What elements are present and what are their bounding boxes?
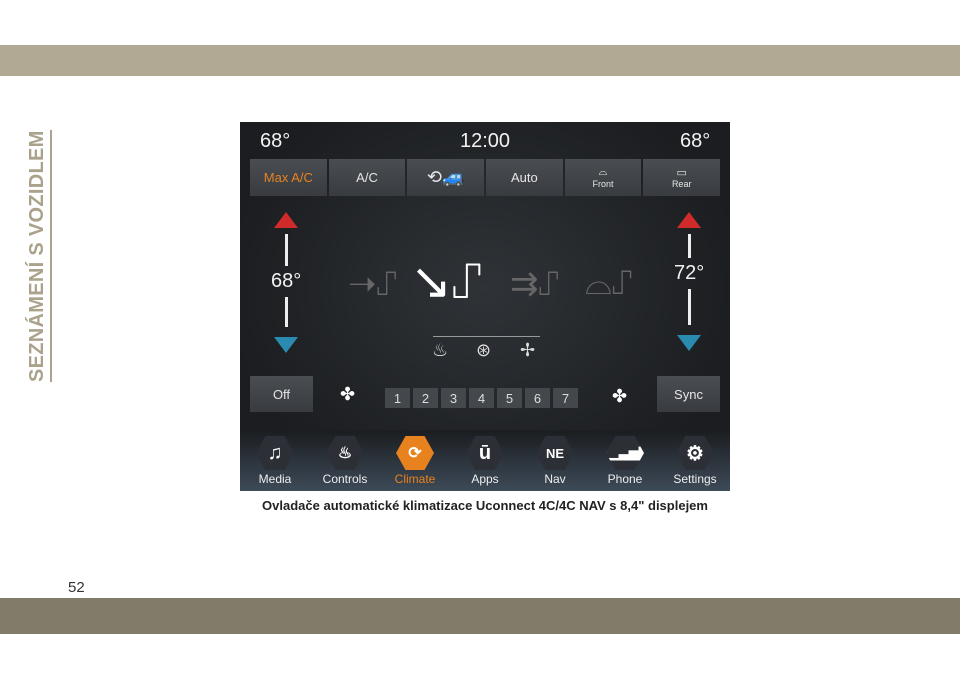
climate-screen: 68° 12:00 68° Max A/C A/C ⟲🚙 Auto ⌓ Front… (240, 122, 730, 491)
nav-label: Settings (673, 472, 717, 486)
phone-signal-icon: ᛒ ▁▃▅▇ (606, 436, 644, 470)
section-title: SEZNÁMENÍ S VOZIDLEM (26, 130, 52, 382)
driver-temp: 68° (271, 270, 302, 292)
fan-up-button[interactable]: ✤ (612, 386, 627, 407)
nav-label: Phone (607, 472, 643, 486)
driver-temp-down-button[interactable] (274, 337, 299, 353)
apps-icon: ū (466, 436, 504, 470)
recirculation-car-icon: ⟲🚙 (426, 167, 465, 187)
fan-speed-6[interactable]: 6 (525, 388, 550, 408)
nav-phone[interactable]: ᛒ ▁▃▅▇ Phone (590, 430, 660, 491)
nav-nav[interactable]: NE Nav (520, 430, 590, 491)
max-ac-button[interactable]: Max A/C (250, 159, 327, 196)
panel-floor-mode-icon[interactable]: ⇉⑀ (510, 264, 559, 304)
front-label: Front (592, 179, 614, 189)
rear-label: Rear (671, 179, 692, 189)
nav-label: Media (258, 472, 292, 486)
panel-mode-icon[interactable]: ➝⑀ (348, 264, 397, 304)
floor-mode-icon[interactable]: ↘⑀ (410, 252, 482, 310)
heated-seat-icon[interactable]: ♨ (432, 340, 448, 361)
bottom-nav: ♫ Media ♨ Controls ⟳ Climate ū Apps NE Nav ᛒ ▁… (240, 430, 730, 491)
fan-speed-selector: 1 2 3 4 5 6 7 (385, 388, 578, 408)
climate-toolbar: Max A/C A/C ⟲🚙 Auto ⌓ Front ▭ Rear (250, 159, 721, 196)
defrost-floor-mode-icon[interactable]: ⌓⑀ (585, 264, 632, 303)
music-note-icon: ♫ (256, 436, 294, 470)
bluetooth-icon: ᛒ (601, 445, 609, 461)
sync-label: Sync (674, 386, 703, 402)
divider (433, 336, 540, 337)
right-temp-top: 68° (680, 130, 711, 152)
rear-defrost-button[interactable]: ▭ Rear (643, 159, 721, 196)
climate-icon: ⟳ (396, 436, 434, 470)
controls-seat-icon: ♨ (326, 436, 364, 470)
footer-band (0, 598, 960, 634)
front-defrost-button[interactable]: ⌓ Front (564, 159, 642, 196)
recirculation-button[interactable]: ⟲🚙 (407, 159, 485, 196)
passenger-temp-up-button[interactable] (677, 212, 702, 228)
nav-media[interactable]: ♫ Media (240, 430, 310, 491)
max-ac-label: Max A/C (263, 170, 313, 185)
nav-label: Climate (394, 472, 436, 486)
rear-defrost-icon: ▭ (676, 167, 687, 179)
divider (687, 234, 691, 258)
heated-steering-wheel-icon[interactable]: ⊛ (476, 340, 491, 361)
fan-speed-5[interactable]: 5 (497, 388, 522, 408)
nav-label: Nav (544, 472, 566, 486)
off-button[interactable]: Off (250, 376, 313, 412)
nav-label: Apps (471, 472, 499, 486)
fan-speed-2[interactable]: 2 (413, 388, 438, 408)
fan-speed-3[interactable]: 3 (441, 388, 466, 408)
passenger-temp: 72° (674, 262, 705, 284)
auto-button[interactable]: Auto (486, 159, 563, 196)
passenger-temp-down-button[interactable] (677, 335, 702, 351)
header-band (0, 45, 960, 76)
ventilated-seat-icon[interactable]: ✢ (520, 340, 535, 361)
sync-button[interactable]: Sync (657, 376, 720, 412)
nav-label: Controls (322, 472, 368, 486)
ac-label: A/C (356, 170, 378, 185)
fan-speed-4[interactable]: 4 (469, 388, 494, 408)
driver-temp-up-button[interactable] (274, 212, 299, 228)
gear-icon: ⚙ (676, 436, 714, 470)
fan-down-button[interactable]: ✤ (340, 384, 355, 405)
page-number: 52 (68, 579, 85, 596)
figure-caption: Ovladače automatické klimatizace Uconnec… (262, 498, 708, 513)
nav-climate[interactable]: ⟳ Climate (380, 430, 450, 491)
divider (284, 297, 288, 327)
divider (284, 234, 288, 266)
fan-speed-7[interactable]: 7 (553, 388, 578, 408)
ac-button[interactable]: A/C (328, 159, 406, 196)
fan-speed-1[interactable]: 1 (385, 388, 410, 408)
nav-settings[interactable]: ⚙ Settings (660, 430, 730, 491)
left-temp-top: 68° (260, 130, 291, 152)
nav-controls[interactable]: ♨ Controls (310, 430, 380, 491)
auto-label: Auto (510, 170, 538, 185)
compass-icon: NE (536, 436, 574, 470)
front-defrost-icon: ⌓ (598, 166, 608, 178)
clock: 12:00 (460, 130, 511, 152)
nav-apps[interactable]: ū Apps (450, 430, 520, 491)
off-label: Off (272, 386, 291, 402)
divider (687, 289, 691, 325)
